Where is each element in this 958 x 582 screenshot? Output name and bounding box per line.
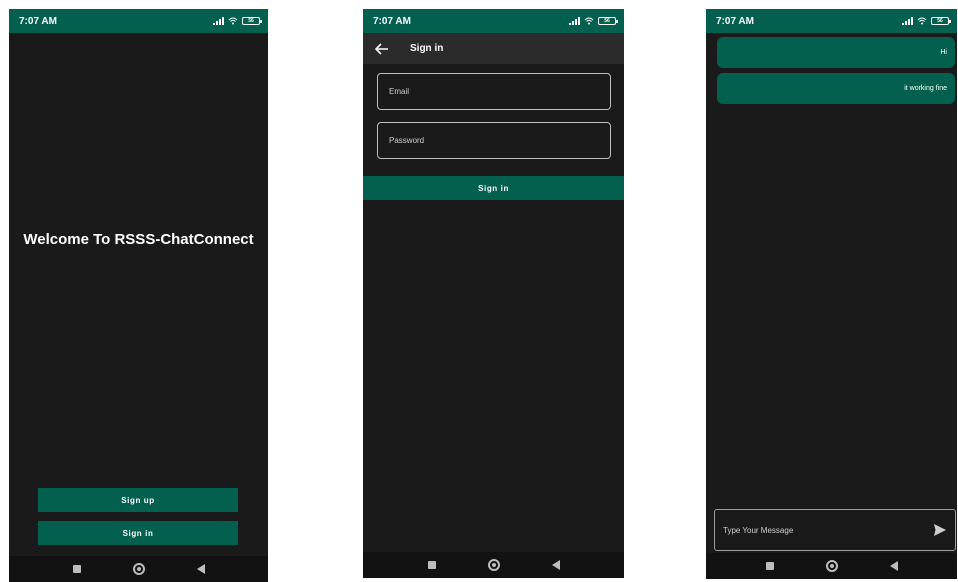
back-icon[interactable] [551,560,560,570]
wifi-icon [228,17,238,25]
status-time: 7:07 AM [716,15,754,27]
message-input[interactable]: Type Your Message [714,509,956,551]
status-time: 7:07 AM [19,15,57,27]
message-bubble: Hi [717,37,955,68]
send-icon[interactable] [933,523,947,537]
recent-apps-icon[interactable] [427,561,436,569]
wifi-icon [917,17,927,25]
status-icons: 56 [213,17,262,25]
status-icons: 56 [902,17,951,25]
email-field[interactable]: Email [377,73,611,110]
chat-screen: 7:07 AM 56 Hi it working fine Type Your … [706,9,957,579]
home-icon[interactable] [825,560,838,572]
nav-bar [363,552,624,578]
signal-icon [569,17,580,25]
password-field[interactable]: Password [377,122,611,159]
recent-apps-icon[interactable] [765,562,774,570]
recent-apps-icon[interactable] [72,565,81,573]
wifi-icon [584,17,594,25]
back-icon[interactable] [889,561,898,571]
battery-icon: 56 [598,17,618,25]
status-time: 7:07 AM [373,15,411,27]
home-icon[interactable] [487,559,500,571]
status-bar: 7:07 AM 56 [363,9,624,33]
message-placeholder: Type Your Message [723,525,794,535]
welcome-title: Welcome To RSSS-ChatConnect [23,231,254,248]
sign-in-button[interactable]: Sign in [38,521,238,545]
signal-icon [213,17,224,25]
message-text: it working fine [904,85,947,92]
nav-bar [706,553,957,579]
sign-in-screen: 7:07 AM 56 Sign in Email Password Sign i… [363,9,624,578]
nav-bar [9,556,268,582]
message-text: Hi [940,49,947,56]
back-icon[interactable] [196,564,205,574]
sign-in-button[interactable]: Sign in [363,176,624,200]
battery-icon: 56 [242,17,262,25]
home-icon[interactable] [132,563,145,575]
back-arrow-icon[interactable] [374,41,390,57]
app-bar: Sign in [363,33,624,64]
battery-icon: 56 [931,17,951,25]
status-icons: 56 [569,17,618,25]
status-bar: 7:07 AM 56 [9,9,268,33]
status-bar: 7:07 AM 56 [706,9,957,33]
app-bar-title: Sign in [410,43,444,54]
signal-icon [902,17,913,25]
password-placeholder: Password [389,136,425,145]
sign-up-button[interactable]: Sign up [38,488,238,512]
welcome-screen: 7:07 AM 56 Welcome To RSSS-ChatConnect S… [9,9,268,582]
message-bubble: it working fine [717,73,955,104]
email-placeholder: Email [389,87,410,96]
